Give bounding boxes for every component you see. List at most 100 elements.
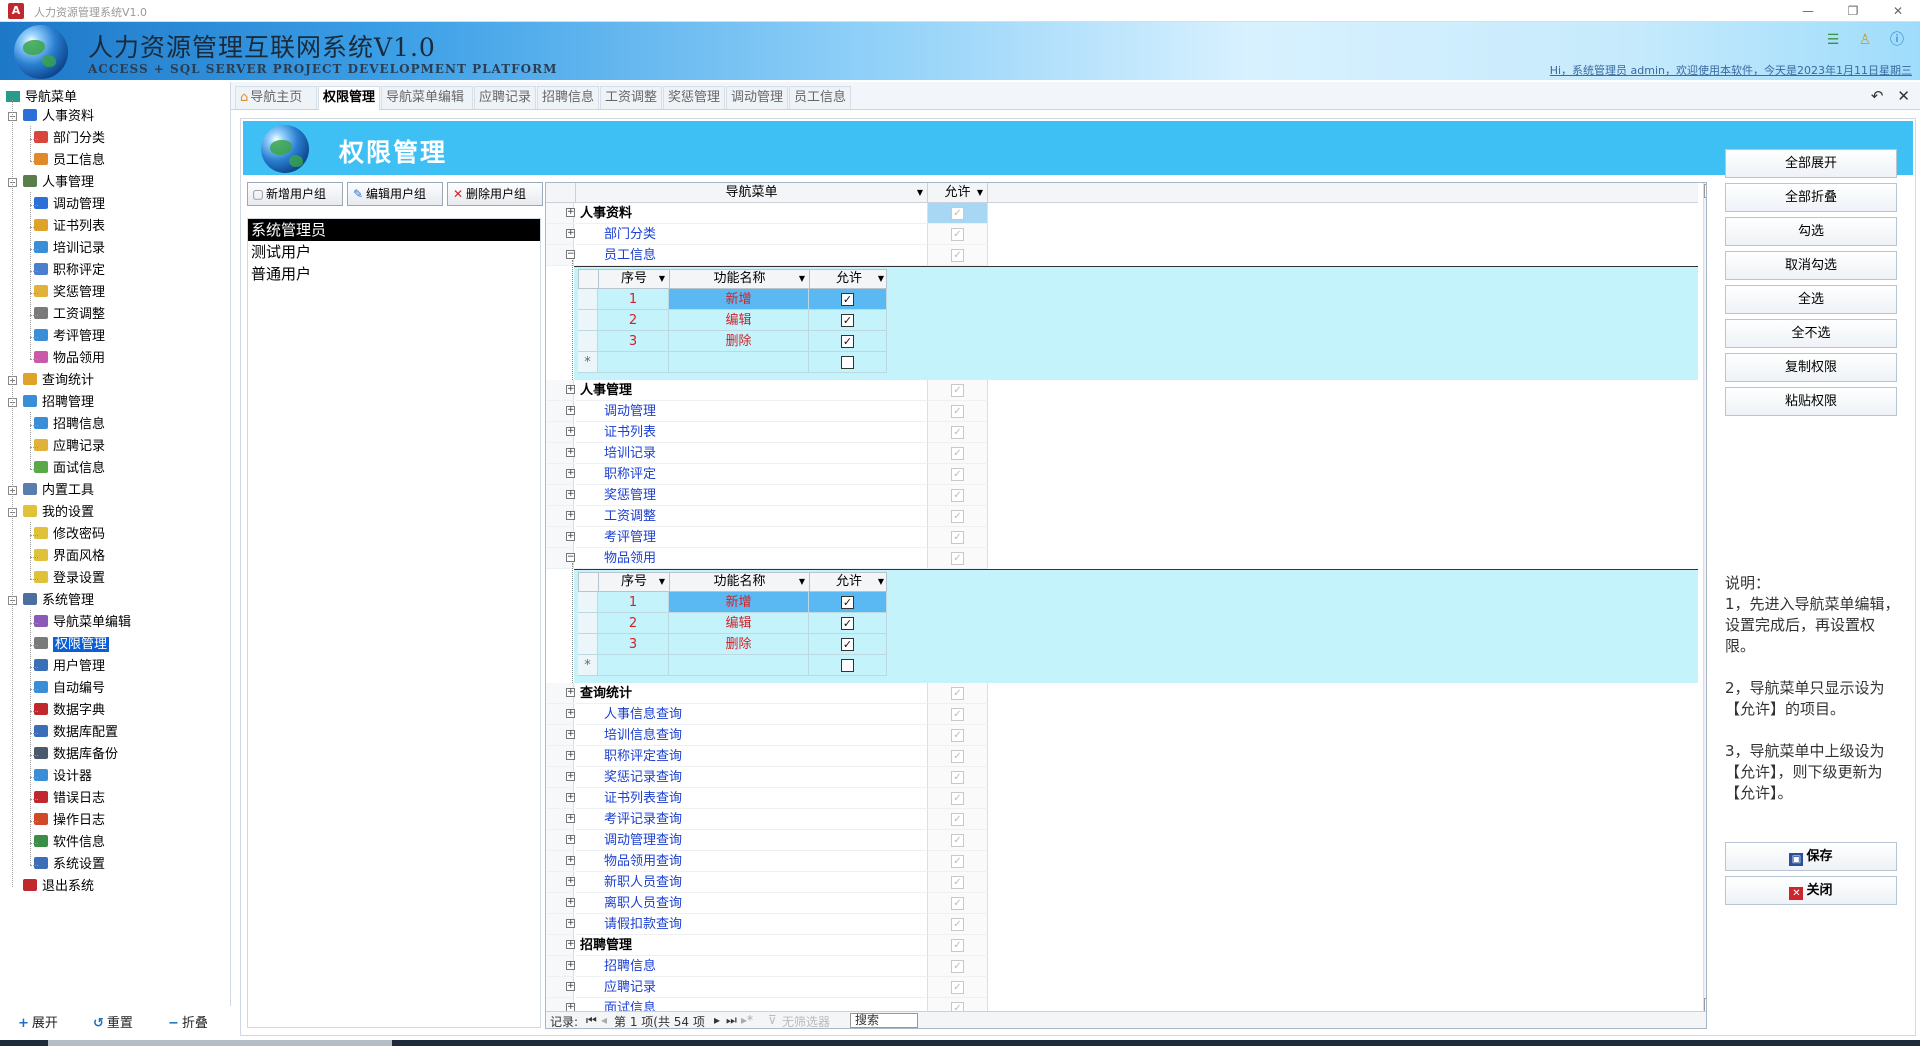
allow-checkbox[interactable]: ✓ xyxy=(951,750,964,763)
expand-row-icon[interactable]: + xyxy=(566,469,575,478)
col-header-allow[interactable]: 允许 ▼ xyxy=(928,183,988,203)
tab-2[interactable]: 导航菜单编辑 xyxy=(381,86,473,109)
allow-checkbox[interactable]: ✓ xyxy=(951,489,964,502)
close-tab-icon[interactable]: ✕ xyxy=(1897,87,1910,105)
allow-checkbox[interactable]: ✓ xyxy=(951,813,964,826)
allow-checkbox[interactable]: ✓ xyxy=(951,960,964,973)
table-row[interactable]: + 人事信息查询 ✓ xyxy=(546,704,1698,725)
allow-checkbox[interactable]: ✓ xyxy=(951,729,964,742)
sidebar-item-7[interactable]: 职称评定 xyxy=(34,262,105,280)
sidebar-item-22[interactable]: − 系统管理 xyxy=(8,592,94,610)
expand-row-icon[interactable]: + xyxy=(566,856,575,865)
table-row[interactable]: + 考评记录查询 ✓ xyxy=(546,809,1698,830)
sidebar-item-3[interactable]: − 人事管理 xyxy=(8,174,94,192)
delete-group-button[interactable]: ✕ 删除用户组 xyxy=(447,182,543,206)
window-close-button[interactable]: ✕ xyxy=(1885,2,1911,20)
user-group-item[interactable]: 系统管理员 xyxy=(248,219,540,241)
sidebar-item-33[interactable]: 软件信息 xyxy=(34,834,105,852)
sidebar-item-6[interactable]: 培训记录 xyxy=(34,240,105,258)
scroll-up-icon[interactable]: ▲ xyxy=(1704,184,1706,198)
sidebar-item-5[interactable]: 证书列表 xyxy=(34,218,105,236)
allow-checkbox[interactable]: ✓ xyxy=(951,552,964,565)
last-record-icon[interactable]: ⏭ xyxy=(726,1013,737,1028)
sidebar-item-14[interactable]: 招聘信息 xyxy=(34,416,105,434)
table-row[interactable]: + 证书列表 ✓ xyxy=(546,422,1698,443)
user-group-item[interactable]: 测试用户 xyxy=(248,241,540,263)
right-action-button[interactable]: 全不选 xyxy=(1725,319,1897,348)
right-action-button[interactable]: 全选 xyxy=(1725,285,1897,314)
tree-root[interactable]: 导航菜单 xyxy=(6,86,77,105)
right-action-button[interactable]: 粘贴权限 xyxy=(1725,387,1897,416)
sidebar-item-11[interactable]: 物品领用 xyxy=(34,350,105,368)
function-allow-checkbox[interactable]: ✓ xyxy=(841,335,854,348)
expand-row-icon[interactable]: + xyxy=(566,709,575,718)
right-action-button[interactable]: 取消勾选 xyxy=(1725,251,1897,280)
sidebar-item-25[interactable]: 用户管理 xyxy=(34,658,105,676)
table-row[interactable]: + 调动管理查询 ✓ xyxy=(546,830,1698,851)
subgrid-row[interactable]: 2 编辑 ✓ xyxy=(578,613,887,634)
record-position[interactable]: 第 1 项(共 54 项 xyxy=(614,1013,705,1028)
expand-row-icon[interactable]: + xyxy=(566,919,575,928)
table-row[interactable]: + 奖惩管理 ✓ xyxy=(546,485,1698,506)
allow-checkbox[interactable]: ✓ xyxy=(951,228,964,241)
expand-row-icon[interactable]: + xyxy=(566,490,575,499)
sidebar-item-30[interactable]: 设计器 xyxy=(34,768,92,786)
right-action-button[interactable]: 勾选 xyxy=(1725,217,1897,246)
prev-record-icon[interactable]: ◂ xyxy=(601,1013,607,1027)
sidebar-item-15[interactable]: 应聘记录 xyxy=(34,438,105,456)
user-icon[interactable]: ♙ xyxy=(1856,31,1874,49)
allow-checkbox[interactable]: ✓ xyxy=(951,405,964,418)
allow-checkbox[interactable]: ✓ xyxy=(951,792,964,805)
subgrid-new-row[interactable]: * xyxy=(578,352,887,373)
sidebar-item-31[interactable]: 错误日志 xyxy=(34,790,105,808)
function-allow-checkbox[interactable]: ✓ xyxy=(841,293,854,306)
save-button[interactable]: ▣ 保存 xyxy=(1725,842,1897,871)
table-row[interactable]: − 物品领用 ✓ xyxy=(546,548,1698,569)
right-action-button[interactable]: 全部折叠 xyxy=(1725,183,1897,212)
allow-checkbox[interactable]: ✓ xyxy=(951,426,964,439)
info-icon[interactable]: ⓘ xyxy=(1888,31,1906,49)
grid-corner[interactable] xyxy=(546,183,576,203)
expand-row-icon[interactable]: + xyxy=(566,406,575,415)
function-allow-checkbox[interactable]: ✓ xyxy=(841,617,854,630)
expand-row-icon[interactable]: + xyxy=(566,688,575,697)
tab-6[interactable]: 奖惩管理 xyxy=(663,86,725,109)
tab-0[interactable]: ⌂ 导航主页 xyxy=(235,86,317,109)
reset-button[interactable]: ↺ 重置 xyxy=(93,1012,133,1031)
expand-row-icon[interactable]: + xyxy=(566,448,575,457)
table-row[interactable]: + 人事资料 ✓ xyxy=(546,203,1698,224)
expand-row-icon[interactable]: + xyxy=(566,961,575,970)
table-row[interactable]: + 奖惩记录查询 ✓ xyxy=(546,767,1698,788)
sidebar-item-23[interactable]: 导航菜单编辑 xyxy=(34,614,131,632)
table-row[interactable]: + 请假扣款查询 ✓ xyxy=(546,914,1698,935)
tab-8[interactable]: 员工信息 xyxy=(789,86,851,109)
allow-checkbox[interactable]: ✓ xyxy=(951,939,964,952)
table-row[interactable]: + 离职人员查询 ✓ xyxy=(546,893,1698,914)
table-row[interactable]: + 工资调整 ✓ xyxy=(546,506,1698,527)
scroll-thumb[interactable] xyxy=(1706,201,1707,531)
sidebar-item-19[interactable]: 修改密码 xyxy=(34,526,105,544)
sidebar-item-20[interactable]: 界面风格 xyxy=(34,548,105,566)
allow-checkbox[interactable]: ✓ xyxy=(951,855,964,868)
restore-button[interactable]: ❐ xyxy=(1840,2,1866,20)
function-allow-checkbox[interactable]: ✓ xyxy=(841,638,854,651)
tab-7[interactable]: 调动管理 xyxy=(726,86,788,109)
expand-row-icon[interactable]: + xyxy=(566,385,575,394)
table-row[interactable]: + 部门分类 ✓ xyxy=(546,224,1698,245)
col-header-sub-allow[interactable]: 允许 ▼ xyxy=(810,573,888,591)
allow-checkbox[interactable]: ✓ xyxy=(951,687,964,700)
sidebar-item-18[interactable]: − 我的设置 xyxy=(8,504,94,522)
table-row[interactable]: − 员工信息 ✓ xyxy=(546,245,1698,266)
allow-checkbox[interactable]: ✓ xyxy=(951,447,964,460)
expand-row-icon[interactable]: + xyxy=(566,835,575,844)
undo-icon[interactable]: ↶ xyxy=(1871,87,1884,105)
expand-row-icon[interactable]: + xyxy=(566,877,575,886)
table-row[interactable]: + 查询统计 ✓ xyxy=(546,683,1698,704)
col-header-function[interactable]: 功能名称 ▼ xyxy=(670,573,810,591)
sidebar-item-29[interactable]: 数据库备份 xyxy=(34,746,118,764)
right-action-button[interactable]: 全部展开 xyxy=(1725,149,1897,178)
search-input[interactable]: 搜索 xyxy=(850,1013,918,1028)
table-row[interactable]: + 招聘管理 ✓ xyxy=(546,935,1698,956)
expand-row-icon[interactable]: + xyxy=(566,730,575,739)
collapse-row-icon[interactable]: − xyxy=(566,553,575,562)
